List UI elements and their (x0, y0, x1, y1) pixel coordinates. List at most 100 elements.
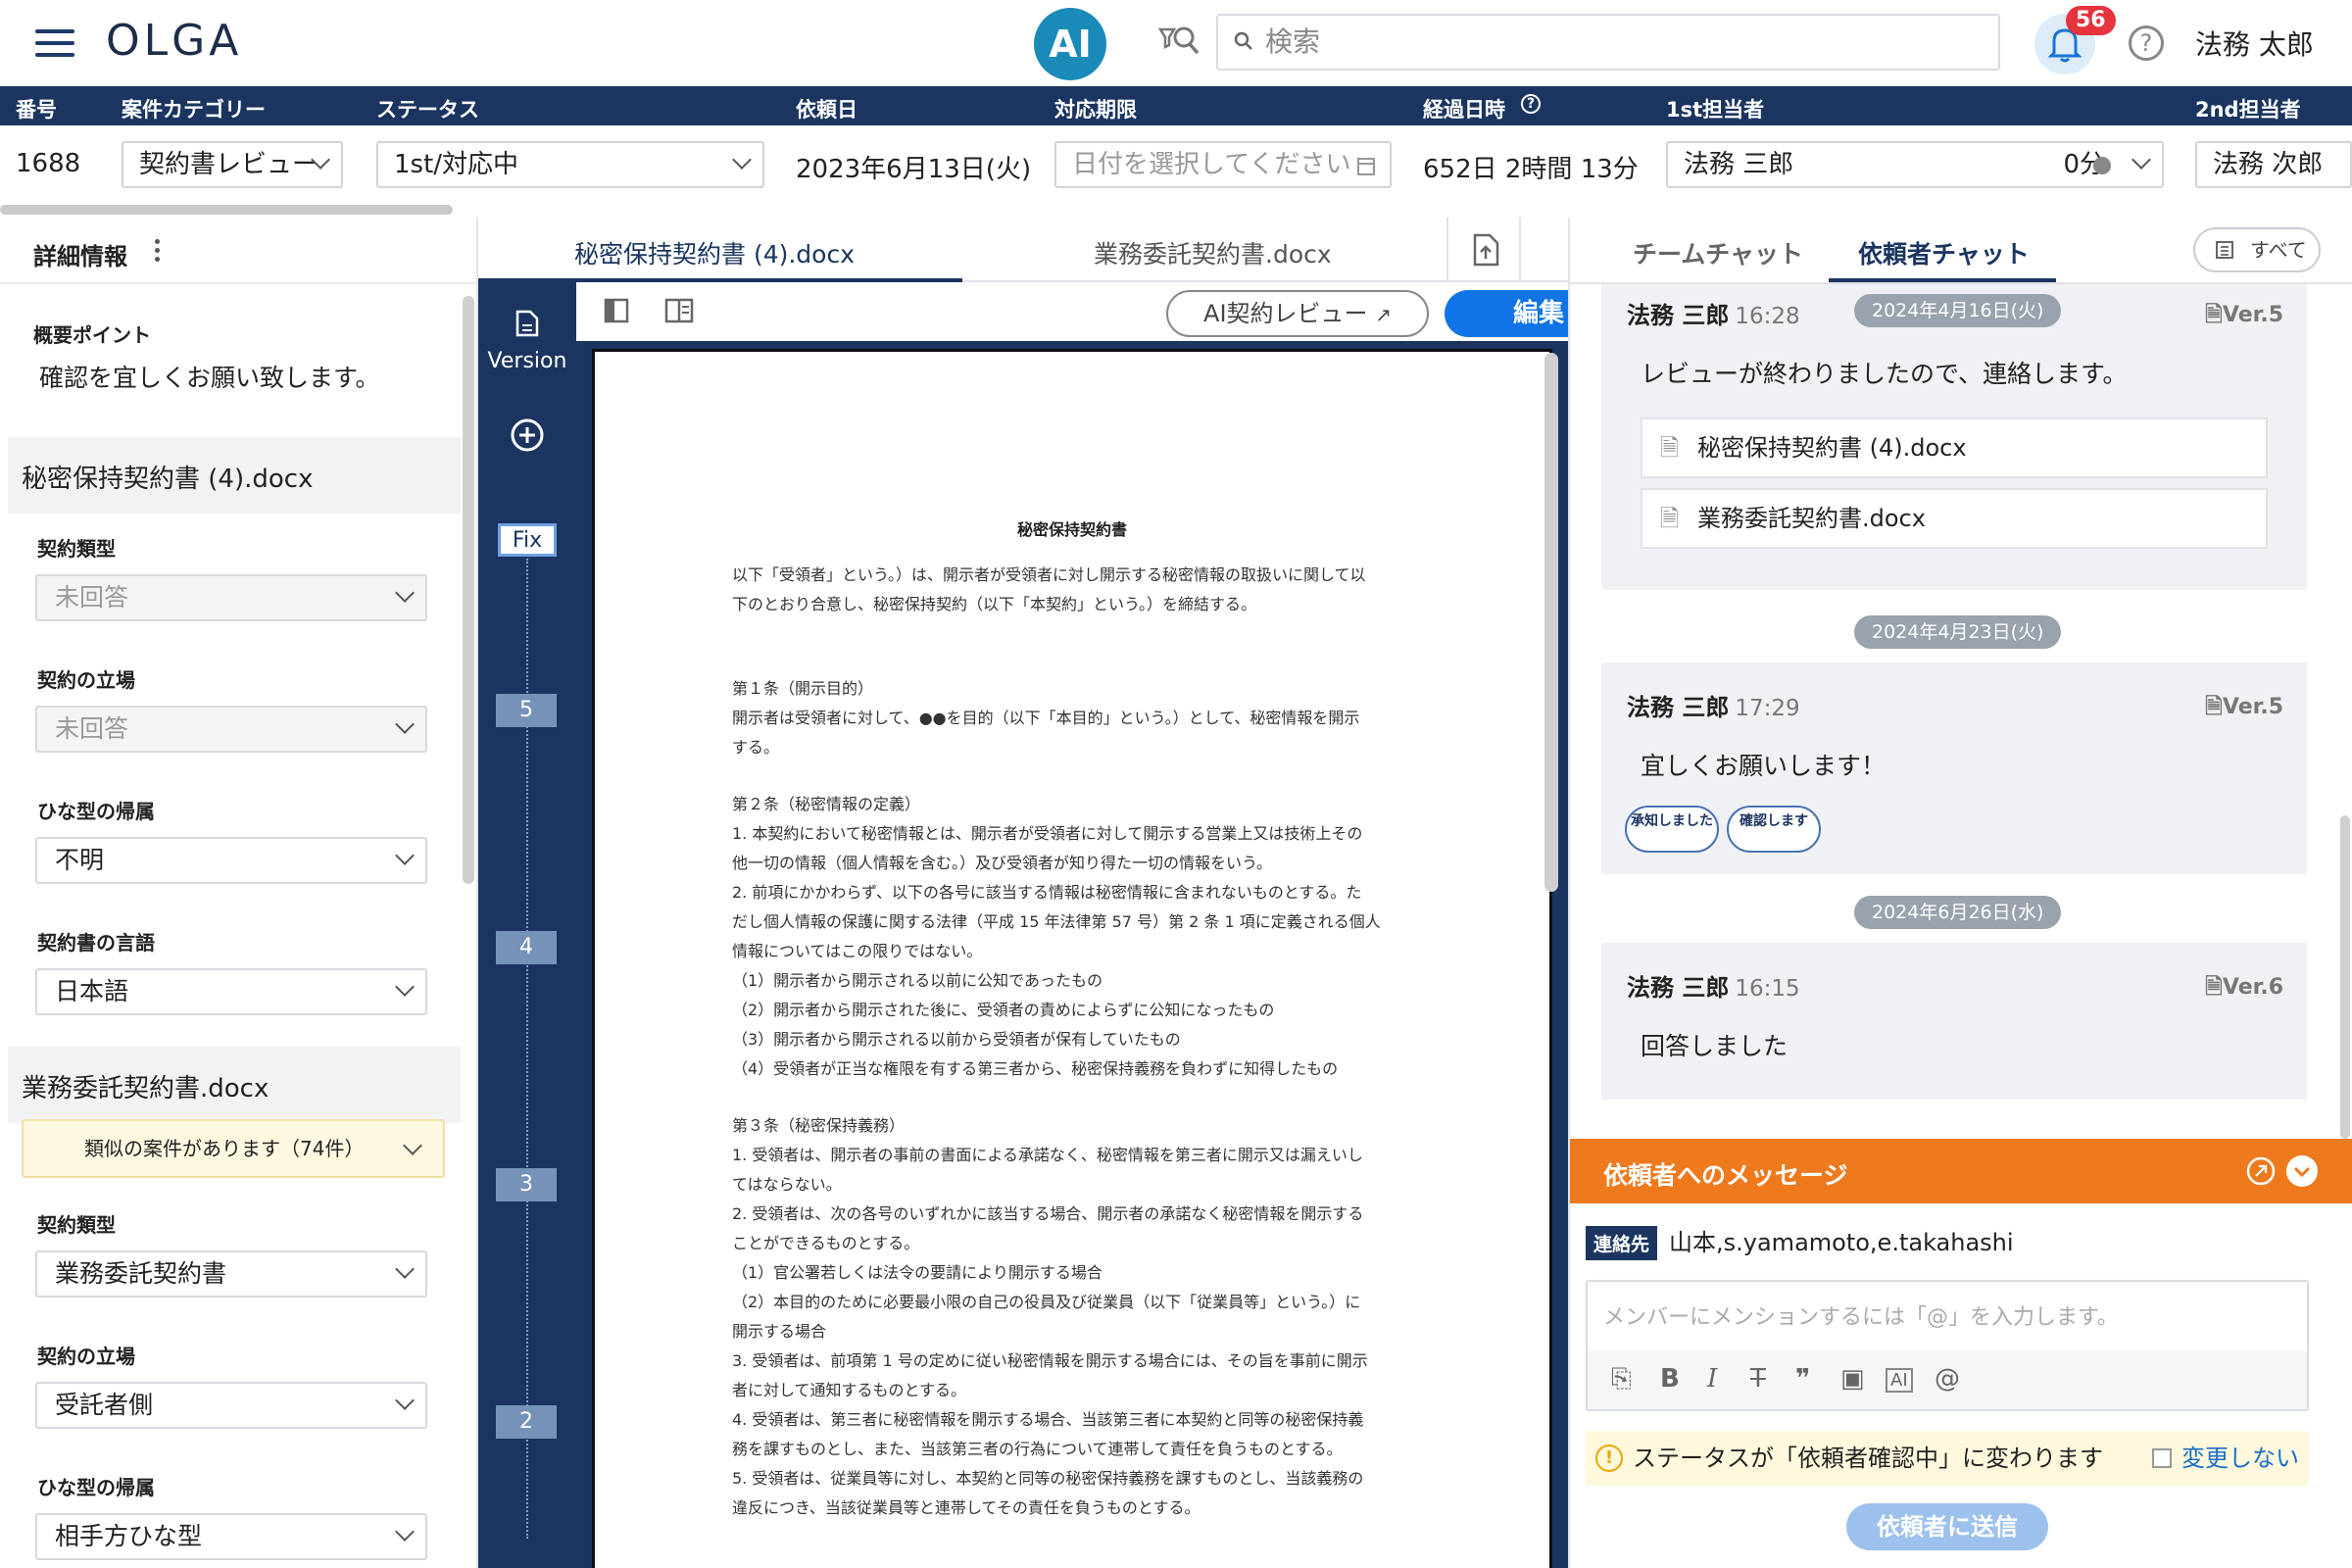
timer-play-icon[interactable] (2093, 157, 2111, 174)
chevron-down-icon (395, 977, 415, 997)
ai-review-label: AI契約レビュー (1203, 300, 1368, 327)
doc1-section-header[interactable]: 秘密保持契約書 (4).docx (8, 437, 461, 514)
strikethrough-icon[interactable]: T (1750, 1364, 1766, 1394)
search-input[interactable]: 検索 (1216, 14, 2000, 71)
detail-panel: 詳細情報 概要ポイント 確認を宜しくお願い致します。 秘密保持契約書 (4).d… (0, 218, 478, 1568)
document-line: 第２条（秘密情報の定義） (732, 795, 921, 813)
chat-message: 法務 三郎 16:28 🗎Ver.5 レビューが終わりましたので、連絡します。 🗎… (1601, 284, 2307, 590)
no-change-label[interactable]: 変更しない (2181, 1431, 2299, 1486)
chat-messages[interactable]: 法務 三郎 16:28 🗎Ver.5 レビューが終わりましたので、連絡します。 🗎… (1570, 284, 2340, 1139)
doc1-language-select[interactable]: 日本語 (35, 968, 427, 1015)
category-select[interactable]: 契約書レビュー (122, 141, 343, 188)
version-marker-4[interactable]: 4 (496, 931, 557, 964)
reaction-confirm-button[interactable]: 確認します (1727, 806, 1821, 853)
version-marker-5[interactable]: 5 (496, 694, 557, 727)
doc1-position-select[interactable]: 未回答 (35, 706, 427, 753)
ai-button[interactable]: AI (1034, 8, 1106, 80)
quote-icon[interactable]: ❞ (1795, 1364, 1810, 1394)
mention-icon[interactable]: @ (1935, 1364, 1960, 1394)
filter-all-button[interactable]: すべて (2193, 227, 2321, 272)
contact-value[interactable]: 山本,s.yamamoto,e.takahashi (1669, 1229, 2014, 1256)
col-first-assignee: 1st担当者 (1666, 98, 1765, 122)
version-sidebar: Version Fix 5 4 3 2 (478, 282, 576, 1568)
doc2-position-select[interactable]: 受託者側 (35, 1382, 427, 1429)
request-date: 2023年6月13日(火) (796, 155, 1032, 184)
status-select[interactable]: 1st/対応中 (376, 141, 764, 188)
reaction-acknowledged-button[interactable]: 承知しました (1625, 806, 1719, 853)
version-marker-3[interactable]: 3 (496, 1168, 557, 1201)
message-time: 16:15 (1735, 976, 1800, 1002)
similar-cases-notice[interactable]: 類似の案件があります（74件） (22, 1119, 445, 1178)
add-version-icon[interactable] (510, 417, 545, 453)
attached-file[interactable]: 🗎 業務委託契約書.docx (1641, 488, 2268, 549)
chat-scrollbar[interactable] (2340, 815, 2350, 1139)
summary-text: 確認を宜しくお願い致します。 (39, 364, 380, 392)
italic-icon[interactable]: I (1707, 1364, 1717, 1394)
left-scrollbar[interactable] (463, 296, 474, 884)
first-assignee-select[interactable]: 法務 三郎 0分 (1666, 141, 2164, 188)
single-page-view-icon[interactable] (604, 298, 629, 323)
external-link-icon: ↗ (1375, 303, 1392, 326)
chevron-down-icon (732, 150, 752, 170)
calendar-icon (1357, 158, 1375, 175)
col-elapsed: 経過日時 (1423, 98, 1505, 122)
message-editor[interactable]: メンバーにメンションするには「@」を入力します。 ⎘ B I T ❞ ▣ AI … (1586, 1280, 2309, 1411)
image-icon[interactable]: ▣ (1840, 1364, 1865, 1394)
document-title: 秘密保持契約書 (1016, 520, 1127, 539)
attach-icon[interactable]: ⎘ (1611, 1364, 1632, 1395)
tab-doc1[interactable]: 秘密保持契約書 (4).docx (574, 235, 855, 270)
doc1-field-label: 契約の立場 (37, 668, 135, 692)
summary-label: 概要ポイント (33, 323, 151, 347)
document-page[interactable]: 秘密保持契約書 以下「受領者」という。）は、開示者が受領者に対し開示する秘密情報… (592, 349, 1552, 1568)
date-separator: 2024年6月26日(水) (1854, 896, 2062, 929)
first-assignee-value: 法務 三郎 (1684, 150, 1794, 179)
version-label: Version (487, 349, 567, 373)
ai-assist-icon[interactable]: AI (1886, 1368, 1913, 1393)
doc2-section-header[interactable]: 業務委託契約書.docx (8, 1047, 461, 1123)
doc2-contract-type-select[interactable]: 業務委託契約書 (35, 1250, 427, 1298)
date-separator: 2024年4月16日(火) (1854, 294, 2062, 327)
doc1-template-select[interactable]: 不明 (35, 837, 427, 884)
document-line: てはならない。 (732, 1175, 842, 1194)
doc2-name: 業務委託契約書.docx (22, 1074, 270, 1103)
ai-review-button[interactable]: AI契約レビュー ↗ (1166, 290, 1429, 337)
tab-client-chat[interactable]: 依頼者チャット (1858, 235, 2030, 270)
send-to-client-button[interactable]: 依頼者に送信 (1846, 1503, 2048, 1550)
horizontal-scrollbar[interactable] (0, 205, 453, 215)
document-line: 1. 本契約において秘密情報とは、開示者が受領者に対して開示する営業上又は技術上… (732, 824, 1363, 843)
file-name: 秘密保持契約書 (4).docx (1697, 434, 1967, 462)
deadline-date-picker[interactable]: 日付を選択してください (1054, 141, 1392, 188)
menu-icon[interactable] (35, 29, 74, 57)
document-line: だし個人情報の保護に関する法律（平成 15 年法律第 57 号）第 2 条 1 … (732, 912, 1381, 931)
document-line: （3）開示者から開示される以前から受領者が保有していたもの (732, 1030, 1181, 1049)
contact-row: 連絡先 山本,s.yamamoto,e.takahashi (1586, 1223, 2014, 1260)
split-view-icon[interactable] (664, 298, 694, 323)
expand-editor-icon[interactable] (2246, 1156, 2276, 1186)
col-request-date: 依頼日 (796, 98, 858, 122)
document-scrollbar[interactable] (1544, 353, 1558, 892)
document-line: 4. 受領者は、第三者に秘密情報を開示する場合、当該第三者に本契約と同等の秘密保… (732, 1410, 1364, 1429)
no-change-checkbox[interactable] (2152, 1448, 2172, 1468)
tab-team-chat[interactable]: チームチャット (1633, 235, 1803, 270)
document-line: 3. 受領者は、前項第 1 号の定めに従い秘密情報を開示する場合には、その旨を事… (732, 1351, 1368, 1370)
second-assignee-value: 法務 次郎 (2213, 150, 2324, 179)
tab-doc2[interactable]: 業務委託契約書.docx (1094, 235, 1332, 270)
document-line: 2. 受領者は、次の各号のいずれかに該当する場合、開示者の承諾なく秘密情報を開示… (732, 1204, 1364, 1223)
help-icon[interactable]: ? (2129, 25, 2164, 61)
attached-file[interactable]: 🗎 秘密保持契約書 (4).docx (1641, 417, 2268, 478)
app-logo[interactable]: OLGA (106, 16, 242, 66)
collapse-icon[interactable] (2285, 1154, 2319, 1188)
document-line: （4）受領者が正当な権限を有する第三者から、秘密保持義務を負わずに知得したもの (732, 1059, 1339, 1078)
user-name[interactable]: 法務 太郎 (2195, 24, 2314, 63)
doc2-template-select[interactable]: 相手方ひな型 (35, 1513, 427, 1560)
fix-version-button[interactable]: Fix (498, 523, 557, 557)
message-author: 法務 三郎 16:28 (1627, 302, 1800, 329)
search-filter-icon[interactable] (1156, 20, 1201, 65)
version-marker-2[interactable]: 2 (496, 1405, 557, 1439)
elapsed-help-icon[interactable]: ? (1521, 94, 1541, 114)
upload-file-button[interactable] (1446, 218, 1521, 282)
bold-icon[interactable]: B (1660, 1364, 1680, 1394)
doc1-contract-type-select[interactable]: 未回答 (35, 574, 427, 621)
second-assignee-select[interactable]: 法務 次郎 (2195, 141, 2352, 188)
more-options-icon[interactable] (155, 239, 161, 266)
